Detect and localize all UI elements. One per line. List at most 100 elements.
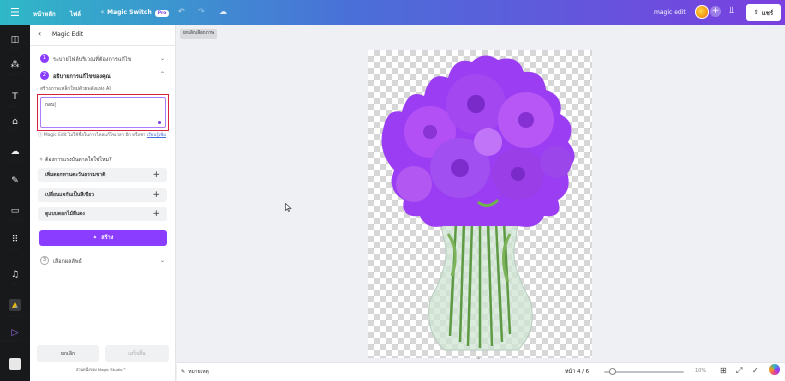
rail-label: Google Drive bbox=[3, 314, 27, 318]
learn-more-link[interactable]: เรียนรู้เพิ่ม bbox=[147, 133, 166, 138]
apps-icon: ⠿ bbox=[11, 235, 19, 245]
suggestion-item[interactable]: ดูแบบดอกไม้สีแดง + bbox=[38, 207, 167, 221]
shapes-icon: ⁂ bbox=[10, 60, 20, 70]
panel-title: Magic Edit bbox=[52, 31, 84, 38]
home-link[interactable]: หน้าหลัก bbox=[33, 9, 56, 19]
share-label: แชร์ bbox=[761, 9, 774, 17]
chevron-up-icon[interactable]: ⌃ bbox=[160, 71, 165, 78]
rail-item-app[interactable] bbox=[0, 358, 30, 373]
rail-item-elements[interactable]: ⁂ องค์ประกอบ bbox=[0, 60, 30, 77]
rail-item-text[interactable]: T ข้อความ bbox=[0, 92, 30, 109]
step-1-label[interactable]: ระบายไฟล์บริเวณที่ต้องการแก้ไข bbox=[53, 56, 131, 64]
app-icon bbox=[9, 358, 21, 370]
file-menu[interactable]: ไฟล์ bbox=[70, 9, 81, 19]
rail-label: วาด bbox=[11, 188, 19, 192]
rail-label: HeyGen AI A... bbox=[2, 339, 28, 343]
draw-icon: ✎ bbox=[11, 176, 19, 186]
inspiration-label: ต้องการแรงบันดาลใจใช่ไหม? bbox=[45, 157, 112, 163]
rail-item-projects[interactable]: ▭ โปรเจกต์ bbox=[0, 206, 30, 223]
notes-button[interactable]: ✎ หมายเหตุ bbox=[181, 368, 209, 376]
menu-icon[interactable]: ☰ bbox=[10, 6, 20, 19]
heygen-icon: ▷ bbox=[11, 328, 19, 338]
audio-icon: ♫ bbox=[10, 270, 20, 280]
rail-item-brand[interactable]: ⌂ Brand bbox=[0, 117, 30, 132]
prompt-magic-icon bbox=[158, 121, 161, 124]
avatar[interactable] bbox=[695, 5, 709, 19]
magic-wand-icon: ✦ bbox=[92, 235, 98, 241]
brand-icon: ⌂ bbox=[12, 117, 18, 127]
rail-label: แอพ bbox=[11, 247, 19, 251]
magic-switch-label: ✧ Magic Switch bbox=[100, 9, 152, 16]
step-2-label[interactable]: อธิบายการแก้ไขของคุณ bbox=[53, 73, 111, 81]
suggestion-item[interactable]: เปลี่ยนแจกันเป็นสีเขียว + bbox=[38, 188, 167, 202]
redo-icon[interactable]: ↷ bbox=[198, 7, 205, 16]
chevron-up-icon[interactable]: ⌃ bbox=[476, 357, 481, 364]
rail-item-heygen[interactable]: ▷ HeyGen AI A... bbox=[0, 328, 30, 343]
suggestion-label: เปลี่ยนแจกันเป็นสีเขียว bbox=[45, 192, 95, 198]
top-bar: ☰ หน้าหลัก ไฟล์ ✧ Magic Switch Pro ↶ ↷ ☁ … bbox=[0, 0, 785, 25]
zoom-level[interactable]: 10% bbox=[695, 368, 706, 374]
pro-badge: Pro bbox=[154, 10, 170, 17]
check-icon[interactable]: ✓ bbox=[752, 366, 759, 375]
folder-icon: ▭ bbox=[10, 206, 20, 216]
rail-item-draw[interactable]: ✎ วาด bbox=[0, 176, 30, 193]
upload-icon: ☁ bbox=[10, 147, 20, 157]
add-collaborator-icon[interactable]: + bbox=[710, 6, 721, 17]
rail-label: Brand bbox=[9, 128, 21, 132]
rail-item-google-drive[interactable]: Google Drive bbox=[0, 299, 30, 318]
rail-item-design[interactable]: ◫ ดีไซน์ bbox=[0, 35, 30, 52]
flower-vase-image[interactable] bbox=[368, 50, 592, 358]
document-title[interactable]: magic edit bbox=[654, 9, 686, 16]
design-canvas[interactable] bbox=[368, 50, 592, 358]
rail-item-uploads[interactable]: ☁ อัปโหลด bbox=[0, 147, 30, 164]
rail-item-audio[interactable]: ♫ เสียง bbox=[0, 270, 30, 287]
suggestion-label: เพิ่มดอกทานตะวันธรรมชาติ bbox=[45, 172, 106, 178]
notes-icon: ✎ bbox=[181, 369, 186, 375]
rail-label: องค์ประกอบ bbox=[5, 72, 25, 76]
rail-label: ดีไซน์ bbox=[10, 47, 20, 51]
fullscreen-icon[interactable]: ⤢ bbox=[736, 366, 742, 376]
rail-label: เสียง bbox=[11, 282, 19, 286]
text-icon: T bbox=[12, 92, 18, 102]
rail-item-apps[interactable]: ⠿ แอพ bbox=[0, 235, 30, 252]
done-button[interactable]: เสร็จสิ้น bbox=[105, 345, 169, 362]
insights-icon[interactable]: ⫫ bbox=[729, 6, 734, 16]
divider bbox=[30, 45, 176, 46]
cloud-sync-icon[interactable]: ☁ bbox=[219, 7, 227, 16]
generate-button[interactable]: ✦ สร้าง bbox=[39, 230, 167, 246]
rail-label: อัปโหลด bbox=[8, 159, 22, 163]
zoom-slider-handle[interactable] bbox=[608, 368, 616, 375]
plus-icon: + bbox=[152, 190, 160, 200]
undo-icon[interactable]: ↶ bbox=[178, 7, 185, 16]
step-2-description: สร้างภาพเหล็กใหม่ด้วยพลังแห่ง AI bbox=[40, 87, 111, 92]
notes-label: หมายเหตุ bbox=[188, 369, 209, 375]
page-indicator[interactable]: หน้า 4 / 6 bbox=[565, 368, 589, 376]
prompt-value: กอบ| bbox=[45, 102, 56, 108]
suggestion-item[interactable]: เพิ่มดอกทานตะวันธรรมชาติ + bbox=[38, 168, 167, 182]
plus-icon: + bbox=[152, 209, 160, 219]
help-icon[interactable] bbox=[769, 364, 780, 375]
cancel-button[interactable]: ยกเลิก bbox=[37, 345, 99, 362]
step-1-number: 1 bbox=[40, 54, 49, 63]
info-text: Magic Edit ไม่ใช้ชื่อในการไหลแก้ไขเวลา อ… bbox=[43, 133, 147, 138]
share-button[interactable]: ⇪ แชร์ bbox=[746, 4, 781, 21]
prompt-highlight: กอบ| bbox=[37, 94, 169, 131]
zoom-slider[interactable] bbox=[604, 368, 684, 375]
generate-label: สร้าง bbox=[101, 235, 114, 241]
back-chevron-icon[interactable]: ‹ bbox=[38, 29, 41, 38]
chevron-down-icon[interactable]: ⌄ bbox=[160, 55, 165, 62]
grid-view-icon[interactable]: ⊞ bbox=[720, 366, 727, 375]
step-3-label[interactable]: เลือกผลลัพธ์ bbox=[53, 258, 82, 266]
chevron-down-icon[interactable]: ⌄ bbox=[160, 257, 165, 264]
mouse-cursor-icon bbox=[285, 203, 292, 212]
prompt-input[interactable]: กอบ| bbox=[40, 97, 166, 128]
magic-studio-note: ส่วนหนึ่งของ Magic Studio™ bbox=[76, 367, 127, 372]
inspiration-heading: ✧ ต้องการแรงบันดาลใจใช่ไหม? bbox=[39, 156, 112, 164]
layout-icon: ◫ bbox=[10, 35, 20, 45]
plus-icon: + bbox=[152, 170, 160, 180]
deselect-image-button[interactable]: ยกเลิกเลือกภาพ bbox=[180, 29, 218, 39]
sparkle-icon: ✧ bbox=[39, 157, 44, 163]
share-icon: ⇪ bbox=[753, 9, 759, 16]
magic-switch-button[interactable]: ✧ Magic Switch Pro bbox=[100, 9, 170, 17]
rail-label: โปรเจกต์ bbox=[8, 218, 22, 222]
